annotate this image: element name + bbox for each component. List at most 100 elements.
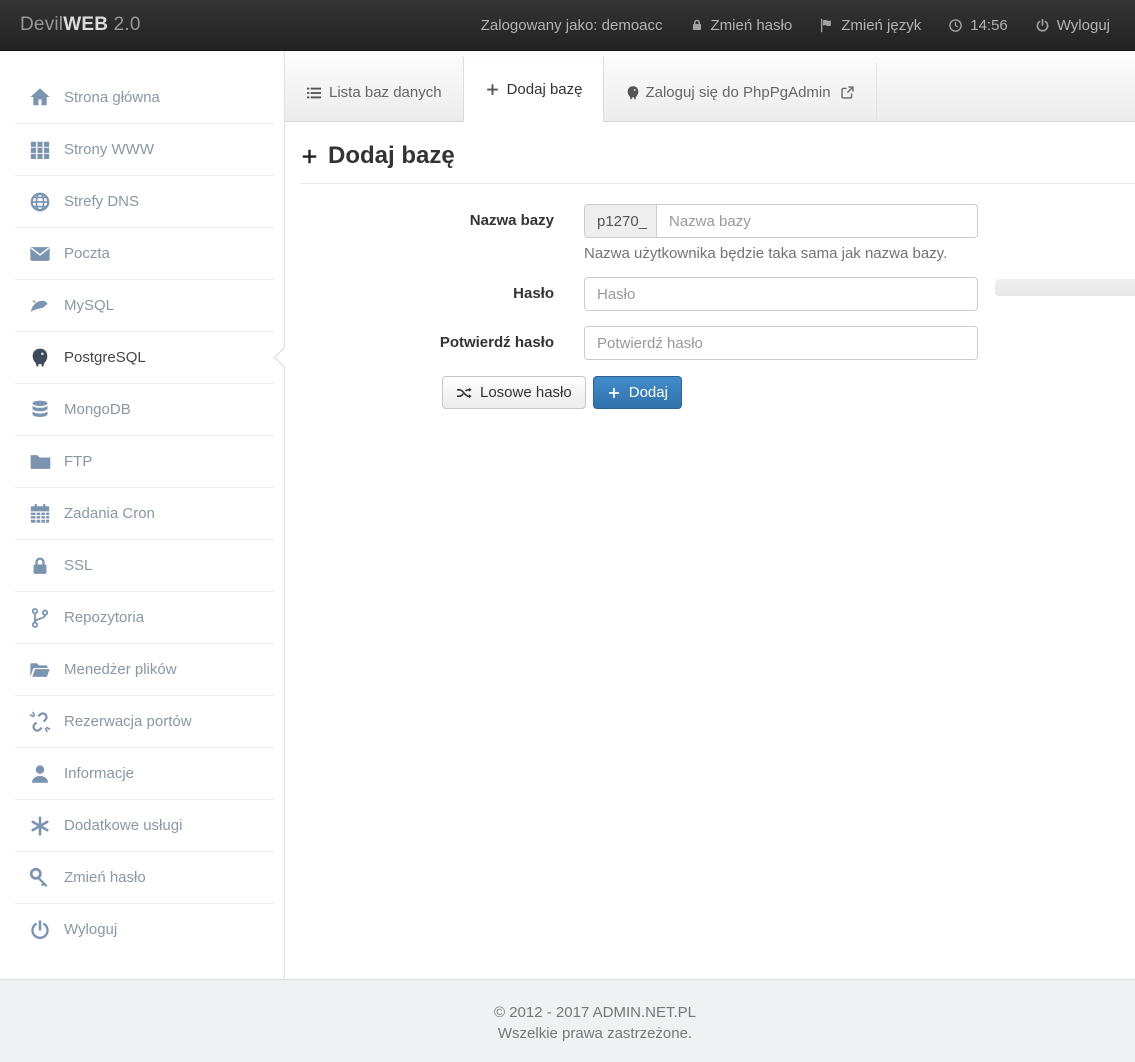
name-label: Nazwa bazy (300, 204, 554, 262)
topbar-change-password-label: Zmień hasło (711, 17, 793, 34)
name-input[interactable] (656, 204, 978, 238)
plus-icon (485, 82, 500, 97)
sidebar-nav: Strona główna Strony WWW Strefy DNS Pocz… (0, 71, 284, 955)
confirm-password-input[interactable] (584, 326, 978, 360)
topbar-clock: 14:56 (948, 17, 1008, 34)
folder-icon (29, 451, 51, 473)
content-area: Lista baz danych Dodaj bazę Zaloguj się … (285, 51, 1135, 979)
sidebar-item-label: Strefy DNS (64, 193, 139, 210)
folder-open-icon (29, 659, 51, 681)
app-logo[interactable]: DevilWEB 2.0 (20, 14, 141, 36)
page-title-text: Dodaj bazę (328, 142, 455, 170)
topbar-time: 14:56 (970, 17, 1008, 34)
password-controls (584, 277, 978, 311)
name-controls: p1270_ Nazwa użytkownika będzie taka sam… (584, 204, 978, 262)
sidebar-item-label: Menedżer plików (64, 661, 177, 678)
page-footer: © 2012 - 2017 ADMIN.NET.PL Wszelkie praw… (0, 980, 1135, 1062)
home-icon (29, 86, 51, 108)
sidebar-item-strefy-dns[interactable]: Strefy DNS (15, 175, 274, 227)
confirm-controls (584, 326, 978, 360)
git-branch-icon (29, 607, 51, 629)
tab-lista-baz-danych[interactable]: Lista baz danych (285, 63, 463, 122)
sidebar: Strona główna Strony WWW Strefy DNS Pocz… (0, 51, 285, 979)
shuffle-icon (456, 385, 472, 401)
asterisk-icon (29, 815, 51, 837)
form-row-password: Hasło (300, 277, 1135, 311)
sidebar-item-label: Zmień hasło (64, 869, 146, 886)
sidebar-item-ssl[interactable]: SSL (15, 539, 274, 591)
password-input[interactable] (584, 277, 978, 311)
footer-rights: Wszelkie prawa zastrzeżone. (0, 1023, 1135, 1044)
sidebar-item-label: MySQL (64, 297, 114, 314)
page-body: Strona główna Strony WWW Strefy DNS Pocz… (0, 51, 1135, 980)
brand-web: WEB (63, 14, 108, 35)
sidebar-item-label: MongoDB (64, 401, 131, 418)
tab-zaloguj-phppgadmin[interactable]: Zaloguj się do PhpPgAdmin (604, 63, 876, 122)
tab-dodaj-baze[interactable]: Dodaj bazę (463, 57, 605, 122)
external-link-icon (840, 85, 855, 100)
name-input-group: p1270_ (584, 204, 978, 238)
database-icon (29, 399, 51, 421)
topbar-logout-label: Wyloguj (1057, 17, 1110, 34)
sidebar-item-postgresql[interactable]: PostgreSQL (15, 331, 274, 383)
sidebar-item-label: Rezerwacja portów (64, 713, 192, 730)
sidebar-item-mongodb[interactable]: MongoDB (15, 383, 274, 435)
sidebar-item-mysql[interactable]: MySQL (15, 279, 274, 331)
sidebar-item-dodatkowe-uslugi[interactable]: Dodatkowe usługi (15, 799, 274, 851)
sidebar-item-zadania-cron[interactable]: Zadania Cron (15, 487, 274, 539)
sidebar-item-strona-glowna[interactable]: Strona główna (15, 71, 274, 123)
lock-icon (690, 18, 704, 32)
user-icon (29, 763, 51, 785)
footer-copyright: © 2012 - 2017 ADMIN.NET.PL (0, 1002, 1135, 1023)
form-row-confirm: Potwierdź hasło (300, 326, 1135, 360)
sidebar-item-label: FTP (64, 453, 92, 470)
sidebar-item-label: PostgreSQL (64, 349, 146, 366)
topbar-change-password[interactable]: Zmień hasło (690, 17, 793, 34)
envelope-icon (29, 243, 51, 265)
sidebar-item-label: Repozytoria (64, 609, 144, 626)
password-strength-meter (995, 279, 1135, 296)
sidebar-item-label: Wyloguj (64, 921, 117, 938)
sidebar-item-poczta[interactable]: Poczta (15, 227, 274, 279)
broken-link-icon (29, 711, 51, 733)
sidebar-item-label: SSL (64, 557, 92, 574)
tab-label: Lista baz danych (329, 84, 442, 101)
key-icon (29, 867, 51, 889)
topbar-logout[interactable]: Wyloguj (1035, 17, 1110, 34)
add-button-label: Dodaj (629, 384, 668, 401)
brand-version: 2.0 (108, 14, 141, 35)
sidebar-item-ftp[interactable]: FTP (15, 435, 274, 487)
name-prefix-addon: p1270_ (584, 204, 656, 238)
add-button[interactable]: Dodaj (593, 376, 682, 409)
lock-icon (29, 555, 51, 577)
sidebar-item-label: Poczta (64, 245, 110, 262)
sidebar-item-informacje[interactable]: Informacje (15, 747, 274, 799)
password-label: Hasło (300, 277, 554, 311)
sidebar-item-label: Informacje (64, 765, 134, 782)
sidebar-item-label: Strona główna (64, 89, 160, 106)
sidebar-item-strony-www[interactable]: Strony WWW (15, 123, 274, 175)
sidebar-item-rezerwacja-portow[interactable]: Rezerwacja portów (15, 695, 274, 747)
name-help-text: Nazwa użytkownika będzie taka sama jak n… (584, 245, 978, 262)
topbar-change-language-label: Zmień język (841, 17, 921, 34)
sidebar-item-label: Strony WWW (64, 141, 154, 158)
tab-strip: Lista baz danych Dodaj bazę Zaloguj się … (285, 51, 1135, 122)
logged-in-as: Zalogowany jako: demoacc (481, 17, 663, 34)
plus-icon (300, 147, 319, 166)
topbar-change-language[interactable]: Zmień język (819, 17, 921, 34)
grid-icon (29, 139, 51, 161)
sidebar-item-wyloguj[interactable]: Wyloguj (15, 903, 274, 955)
add-database-form: Nazwa bazy p1270_ Nazwa użytkownika będz… (300, 204, 1135, 409)
form-row-name: Nazwa bazy p1270_ Nazwa użytkownika będz… (300, 204, 1135, 262)
topbar-menu: Zalogowany jako: demoacc Zmień hasło Zmi… (481, 17, 1110, 34)
sidebar-item-repozytoria[interactable]: Repozytoria (15, 591, 274, 643)
list-icon (306, 85, 322, 101)
globe-icon (29, 191, 51, 213)
sidebar-item-menedzer-plikow[interactable]: Menedżer plików (15, 643, 274, 695)
page-title: Dodaj bazę (300, 128, 1135, 184)
sidebar-item-label: Dodatkowe usługi (64, 817, 182, 834)
sidebar-item-zmien-haslo[interactable]: Zmień hasło (15, 851, 274, 903)
clock-icon (948, 18, 963, 33)
power-icon (1035, 18, 1050, 33)
random-password-button[interactable]: Losowe hasło (442, 376, 586, 409)
